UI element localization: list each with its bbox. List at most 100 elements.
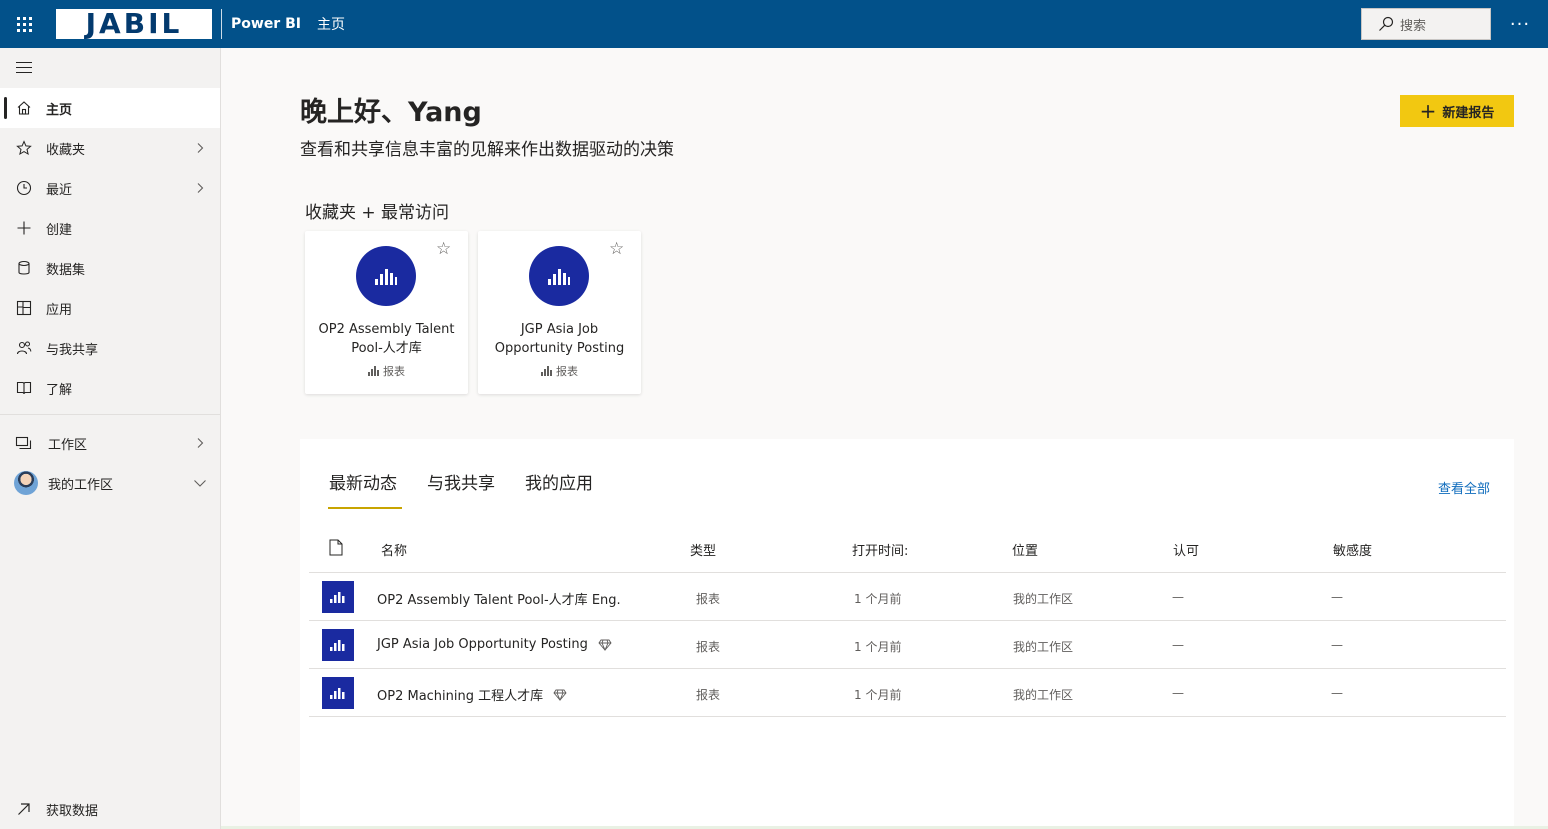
report-icon: [322, 629, 354, 661]
tab-recent-activity[interactable]: 最新动态: [329, 469, 397, 494]
column-header-opened[interactable]: 打开时间:: [852, 540, 908, 559]
sidebar-divider: [0, 414, 220, 415]
chevron-right-icon: [194, 142, 206, 154]
diamond-icon: [598, 639, 612, 651]
sidebar-item-favorites[interactable]: 收藏夹: [0, 128, 220, 168]
row-opened: 1 个月前: [854, 688, 902, 702]
row-sensitivity: —: [1331, 590, 1343, 604]
report-icon: [322, 581, 354, 613]
row-type: 报表: [696, 688, 721, 702]
row-name-text: JGP Asia Job Opportunity Posting: [377, 637, 588, 652]
chevron-down-icon: [193, 477, 206, 489]
logo-text: JABIL: [85, 7, 183, 40]
card-type-label: 报表: [556, 365, 578, 378]
search-box[interactable]: 搜索: [1361, 8, 1491, 40]
column-header-name[interactable]: 名称: [381, 540, 407, 559]
row-name[interactable]: OP2 Assembly Talent Pool-人才库 Eng.: [377, 589, 621, 608]
sidebar-item-my-workspace[interactable]: 我的工作区: [0, 463, 220, 503]
card-type: 报表: [478, 363, 641, 379]
arrow-up-left-icon: [15, 800, 33, 818]
column-header-sensitivity[interactable]: 敏感度: [1333, 540, 1372, 559]
workspace-icon: [15, 434, 33, 452]
card-title: JGP Asia Job Opportunity Posting: [494, 322, 625, 356]
apps-icon: [15, 299, 33, 317]
star-icon: [15, 139, 33, 157]
breadcrumb: 主页: [316, 17, 345, 33]
favorites-section-title: 收藏夹 + 最常访问: [305, 203, 450, 223]
table-row[interactable]: OP2 Assembly Talent Pool-人才库 Eng. 报表 1 个…: [309, 572, 1506, 620]
row-name-text: OP2 Machining 工程人才库: [377, 689, 544, 704]
content-panel: 最新动态 与我共享 我的应用 查看全部 名称 类型 打开时间: 位置 认可 敏感…: [300, 439, 1514, 829]
favorite-star-icon[interactable]: ☆: [436, 239, 451, 259]
app-launcher-button[interactable]: [0, 0, 48, 48]
column-header-location[interactable]: 位置: [1012, 540, 1038, 559]
sidebar-item-get-data[interactable]: 获取数据: [0, 789, 220, 829]
sidebar-item-label: 应用: [46, 302, 73, 318]
chevron-right-icon: [194, 437, 206, 449]
row-type: 报表: [696, 592, 721, 606]
sidebar-item-label: 收藏夹: [46, 142, 86, 158]
sidebar-item-label: 获取数据: [46, 803, 99, 819]
plus-icon: +: [1419, 99, 1437, 123]
row-sensitivity: —: [1331, 686, 1343, 700]
table-row[interactable]: OP2 Machining 工程人才库 报表 1 个月前 我的工作区 — —: [309, 668, 1506, 716]
app-name[interactable]: Power BI: [231, 16, 301, 32]
sidebar-item-label: 主页: [46, 102, 73, 118]
row-endorsement: —: [1172, 590, 1184, 604]
diamond-icon: [553, 689, 567, 701]
greeting-title: 晚上好、Yang: [300, 97, 482, 128]
row-name[interactable]: JGP Asia Job Opportunity Posting: [377, 637, 612, 652]
row-endorsement: —: [1172, 638, 1184, 652]
row-opened: 1 个月前: [854, 592, 902, 606]
company-logo[interactable]: JABIL: [56, 9, 212, 39]
row-location[interactable]: 我的工作区: [1013, 686, 1073, 703]
row-name[interactable]: OP2 Machining 工程人才库: [377, 685, 567, 704]
new-report-label: 新建报告: [1442, 105, 1495, 121]
tab-shared-with-me[interactable]: 与我共享: [427, 469, 495, 494]
sidebar-item-learn[interactable]: 了解: [0, 368, 220, 408]
favorite-card[interactable]: ☆ OP2 Assembly Talent Pool-人才库 报表: [305, 231, 468, 394]
sidebar-item-recent[interactable]: 最近: [0, 168, 220, 208]
sidebar-item-create[interactable]: 创建: [0, 208, 220, 248]
plus-icon: [15, 219, 33, 237]
sidebar-item-label: 与我共享: [46, 342, 99, 358]
row-opened: 1 个月前: [854, 640, 902, 654]
column-header-endorsement[interactable]: 认可: [1173, 540, 1199, 559]
sidebar-item-label: 工作区: [48, 437, 88, 453]
table-row[interactable]: JGP Asia Job Opportunity Posting 报表 1 个月…: [309, 620, 1506, 668]
report-icon: [322, 677, 354, 709]
sidebar-item-home[interactable]: 主页: [0, 88, 220, 128]
sidebar-item-workspaces[interactable]: 工作区: [0, 423, 220, 463]
card-type-label: 报表: [383, 365, 405, 378]
sidebar-item-label: 数据集: [46, 262, 86, 278]
clock-icon: [15, 179, 33, 197]
more-options-button[interactable]: ···: [1506, 10, 1534, 38]
sidebar-item-label: 创建: [46, 222, 73, 238]
active-tab-indicator: [328, 507, 402, 509]
row-location[interactable]: 我的工作区: [1013, 638, 1073, 655]
tab-my-apps[interactable]: 我的应用: [525, 469, 593, 494]
report-type-icon: [541, 366, 552, 376]
waffle-icon: [16, 16, 32, 32]
view-all-link[interactable]: 查看全部: [1438, 478, 1490, 497]
avatar: [14, 471, 38, 495]
header-divider: [221, 9, 222, 39]
favorite-star-icon[interactable]: ☆: [609, 239, 624, 259]
new-report-button[interactable]: + 新建报告: [1400, 95, 1514, 127]
file-header-icon: [329, 539, 343, 560]
card-title: OP2 Assembly Talent Pool-人才库: [318, 322, 455, 356]
sidebar-item-label: 我的工作区: [48, 477, 114, 493]
sidebar-item-apps[interactable]: 应用: [0, 288, 220, 328]
search-icon: [1379, 16, 1394, 31]
sidebar-item-shared-with-me[interactable]: 与我共享: [0, 328, 220, 368]
ellipsis-icon: ···: [1509, 13, 1531, 35]
favorite-card[interactable]: ☆ JGP Asia Job Opportunity Posting 报表: [478, 231, 641, 394]
page-subtitle: 查看和共享信息丰富的见解来作出数据驱动的决策: [300, 140, 674, 160]
column-header-type[interactable]: 类型: [690, 540, 716, 559]
search-placeholder: 搜索: [1400, 18, 1427, 34]
row-location[interactable]: 我的工作区: [1013, 590, 1073, 607]
hamburger-menu-button[interactable]: [16, 62, 36, 76]
sidebar-item-datasets[interactable]: 数据集: [0, 248, 220, 288]
table-bottom-border: [309, 716, 1506, 717]
report-icon: [356, 246, 416, 306]
